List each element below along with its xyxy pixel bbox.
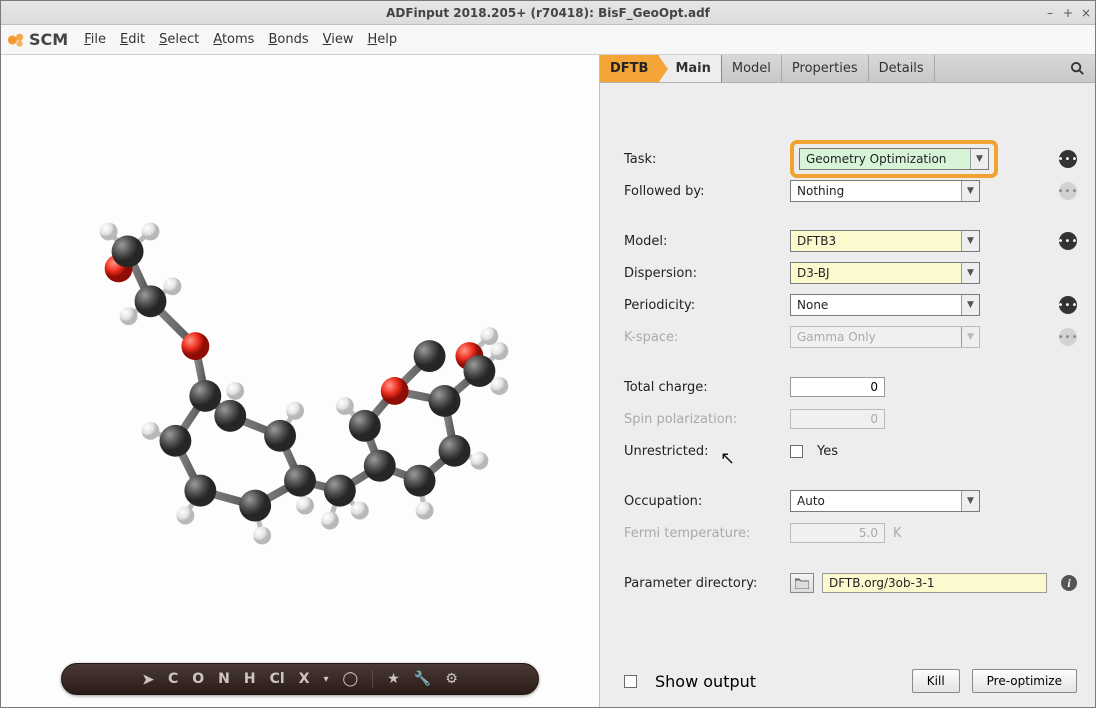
- el-c[interactable]: C: [168, 671, 178, 687]
- fermi-unit: K: [893, 526, 902, 541]
- row-periodicity: Periodicity: None ▼ •••: [624, 289, 1077, 321]
- periodicity-select[interactable]: None ▼: [790, 294, 980, 316]
- element-toolbar: ➤ C O N H Cl X ▾ ◯ ★ 🔧 ⚙: [61, 663, 539, 695]
- wrench-tool-icon[interactable]: 🔧: [414, 671, 431, 687]
- close-button[interactable]: ×: [1077, 6, 1095, 20]
- el-o[interactable]: O: [192, 671, 204, 687]
- row-task: Task: Geometry Optimization ▼ •••: [624, 143, 1077, 175]
- pointer-tool-icon[interactable]: ➤: [142, 671, 154, 688]
- row-spin: Spin polarization:: [624, 403, 1077, 435]
- task-select[interactable]: Geometry Optimization ▼: [799, 148, 989, 170]
- tab-details[interactable]: Details: [869, 55, 935, 82]
- title-bar: ADFinput 2018.205+ (r70418): BisF_GeoOpt…: [1, 1, 1095, 25]
- chevron-down-icon[interactable]: ▼: [961, 181, 979, 201]
- chevron-down-icon[interactable]: ▼: [961, 263, 979, 283]
- total-charge-input[interactable]: [790, 377, 885, 397]
- row-dispersion: Dispersion: D3-BJ ▼: [624, 257, 1077, 289]
- param-dir-input[interactable]: DFTB.org/3ob-3-1: [822, 573, 1047, 593]
- maximize-button[interactable]: +: [1059, 6, 1077, 20]
- gear-tool-icon[interactable]: ⚙: [445, 671, 458, 687]
- task-highlight: Geometry Optimization ▼: [790, 140, 998, 178]
- show-output-label: Show output: [655, 672, 756, 691]
- minimize-button[interactable]: –: [1041, 6, 1059, 20]
- settings-panel: DFTB Main Model Properties Details Task:…: [600, 55, 1095, 707]
- info-icon[interactable]: i: [1061, 575, 1077, 591]
- tab-main[interactable]: Main: [659, 55, 721, 82]
- menu-help[interactable]: Help: [361, 28, 403, 51]
- menu-view[interactable]: View: [317, 28, 360, 51]
- fermi-input: [790, 523, 885, 543]
- spin-input: [790, 409, 885, 429]
- kspace-more-icon: •••: [1059, 328, 1077, 346]
- row-followed-by: Followed by: Nothing ▼ •••: [624, 175, 1077, 207]
- row-fermi: Fermi temperature: K: [624, 517, 1077, 549]
- ring-tool-icon[interactable]: ◯: [343, 671, 359, 687]
- menu-bonds[interactable]: Bonds: [262, 28, 314, 51]
- menu-atoms[interactable]: Atoms: [207, 28, 260, 51]
- panel-tabs: DFTB Main Model Properties Details: [600, 55, 1095, 83]
- molecule-render: [1, 55, 599, 707]
- chevron-down-icon[interactable]: ▾: [323, 674, 328, 685]
- window-title: ADFinput 2018.205+ (r70418): BisF_GeoOpt…: [55, 6, 1041, 20]
- el-x[interactable]: X: [299, 671, 310, 687]
- unrestricted-checkbox[interactable]: [790, 445, 803, 458]
- chevron-down-icon[interactable]: ▼: [961, 491, 979, 511]
- chevron-down-icon: ▼: [961, 327, 979, 347]
- row-occupation: Occupation: Auto ▼: [624, 485, 1077, 517]
- el-h[interactable]: H: [244, 671, 256, 687]
- tab-engine[interactable]: DFTB: [600, 55, 659, 82]
- unrestricted-label: Yes: [817, 444, 838, 459]
- el-n[interactable]: N: [218, 671, 230, 687]
- row-model: Model: DFTB3 ▼ •••: [624, 225, 1077, 257]
- dispersion-select[interactable]: D3-BJ ▼: [790, 262, 980, 284]
- scm-logo[interactable]: SCM: [7, 30, 68, 49]
- menu-bar: SCM File Edit Select Atoms Bonds View He…: [1, 25, 1095, 55]
- model-select[interactable]: DFTB3 ▼: [790, 230, 980, 252]
- followed-by-select[interactable]: Nothing ▼: [790, 180, 980, 202]
- show-output-checkbox[interactable]: [624, 675, 637, 688]
- row-total-charge: Total charge:: [624, 371, 1077, 403]
- kill-button[interactable]: Kill: [912, 669, 960, 693]
- folder-icon[interactable]: [790, 573, 814, 593]
- star-tool-icon[interactable]: ★: [387, 671, 400, 687]
- occupation-select[interactable]: Auto ▼: [790, 490, 980, 512]
- molecule-viewport[interactable]: ➤ C O N H Cl X ▾ ◯ ★ 🔧 ⚙: [1, 55, 600, 707]
- menu-file[interactable]: File: [78, 28, 112, 51]
- chevron-down-icon[interactable]: ▼: [961, 231, 979, 251]
- followedby-more-icon: •••: [1059, 182, 1077, 200]
- row-unrestricted: Unrestricted: Yes: [624, 435, 1077, 467]
- el-cl[interactable]: Cl: [270, 671, 285, 687]
- menu-edit[interactable]: Edit: [114, 28, 151, 51]
- kspace-select: Gamma Only ▼: [790, 326, 980, 348]
- tab-properties[interactable]: Properties: [782, 55, 869, 82]
- row-kspace: K-space: Gamma Only ▼ •••: [624, 321, 1077, 353]
- bottom-bar: Show output Kill Pre-optimize: [600, 661, 1095, 707]
- task-more-icon[interactable]: •••: [1059, 150, 1077, 168]
- chevron-down-icon[interactable]: ▼: [970, 149, 988, 169]
- menu-select[interactable]: Select: [153, 28, 205, 51]
- periodicity-more-icon[interactable]: •••: [1059, 296, 1077, 314]
- chevron-down-icon[interactable]: ▼: [961, 295, 979, 315]
- model-more-icon[interactable]: •••: [1059, 232, 1077, 250]
- tab-model[interactable]: Model: [722, 55, 782, 82]
- row-param-dir: Parameter directory: DFTB.org/3ob-3-1 i: [624, 567, 1077, 599]
- preopt-button[interactable]: Pre-optimize: [972, 669, 1077, 693]
- search-icon[interactable]: [1059, 55, 1095, 82]
